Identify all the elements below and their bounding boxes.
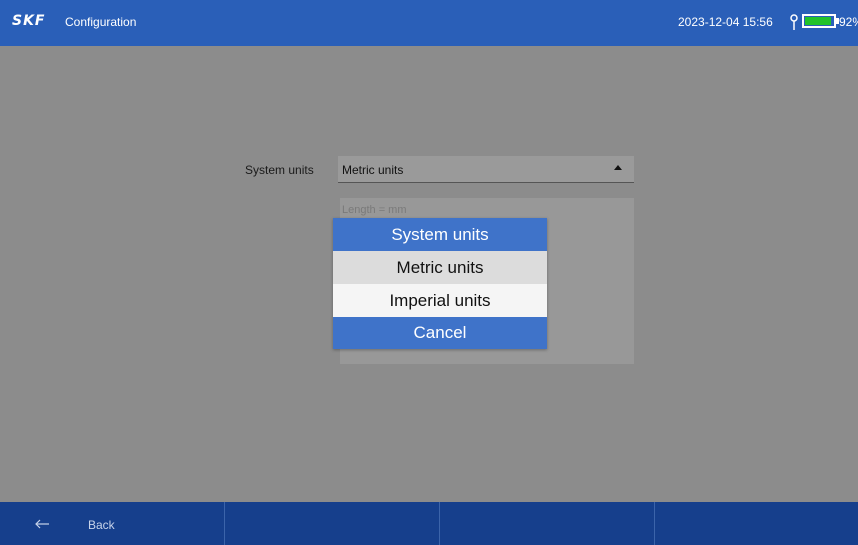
top-bar: SKF Configuration 2023-12-04 15:56 92%: [0, 0, 858, 46]
system-units-select[interactable]: Metric units: [338, 156, 634, 183]
skf-logo: SKF: [12, 13, 46, 29]
page-title: Configuration: [65, 15, 137, 29]
option-imperial-units[interactable]: Imperial units: [333, 284, 547, 317]
cancel-button[interactable]: Cancel: [333, 317, 547, 349]
system-units-label: System units: [245, 163, 314, 177]
back-label: Back: [88, 518, 115, 532]
antenna-icon: [790, 14, 798, 30]
popup-title: System units: [333, 218, 547, 251]
caret-up-icon: [614, 165, 622, 170]
footer-button-2[interactable]: [225, 502, 440, 545]
system-units-value: Metric units: [342, 163, 404, 177]
system-units-popup: System units Metric units Imperial units…: [333, 218, 547, 349]
battery-percent: 92%: [839, 15, 858, 29]
bottom-bar: Back: [0, 502, 858, 545]
back-button[interactable]: Back: [0, 502, 225, 545]
screen: SKF Configuration 2023-12-04 15:56 92% S…: [0, 0, 858, 545]
back-arrow-icon: [35, 519, 49, 529]
footer-button-4[interactable]: [655, 502, 858, 545]
battery-level-fill: [805, 17, 831, 25]
battery-icon: [802, 14, 836, 28]
option-metric-units[interactable]: Metric units: [333, 251, 547, 284]
footer-button-3[interactable]: [440, 502, 655, 545]
length-unit-info: Length = mm: [342, 204, 407, 216]
datetime: 2023-12-04 15:56: [678, 15, 773, 29]
